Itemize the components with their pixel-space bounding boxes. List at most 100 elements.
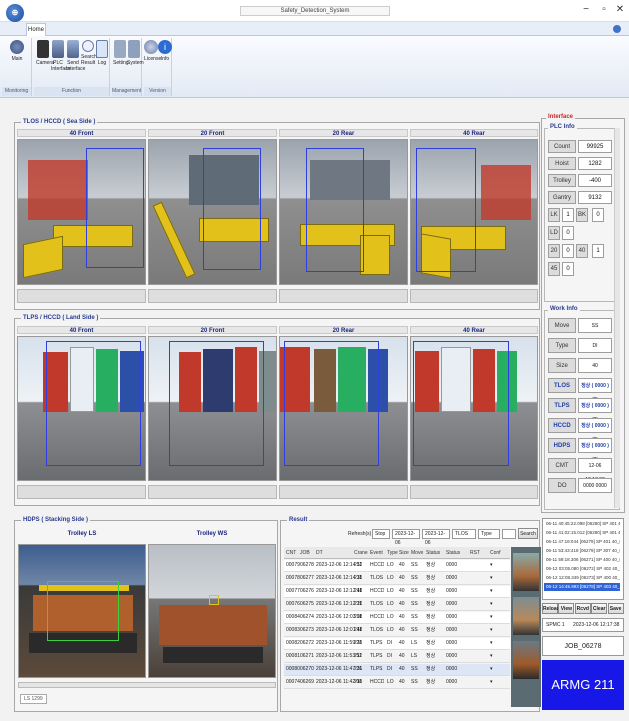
sea-camera-view[interactable] bbox=[17, 139, 146, 285]
table-cell: 06273 bbox=[300, 627, 314, 633]
sea-camera-view[interactable] bbox=[279, 139, 408, 285]
license-icon bbox=[144, 40, 158, 54]
clear-button[interactable]: Clear bbox=[591, 603, 608, 614]
job-list-item[interactable]: 06-12 03:05.080 [06272] SP 402 40_LO_61 bbox=[544, 565, 620, 573]
job-list-item[interactable]: 06-12 14:45.993 [06278] SP 403 40_LO_61 bbox=[544, 583, 620, 591]
column-header[interactable]: Move bbox=[411, 550, 423, 556]
ribbon-group-monitoring: Main Monitoring bbox=[2, 38, 32, 96]
send-icon bbox=[67, 40, 79, 58]
table-row[interactable]: 00081 06271 2023-12-06 11:53:52 211 TLPS DI 40… bbox=[284, 651, 510, 663]
land-camera-view[interactable] bbox=[279, 336, 408, 481]
column-header[interactable]: DT bbox=[316, 550, 323, 556]
license-button[interactable]: License bbox=[144, 40, 161, 62]
filter-input[interactable] bbox=[502, 529, 516, 539]
column-header[interactable]: Type bbox=[387, 550, 398, 556]
column-header[interactable]: Event bbox=[370, 550, 383, 556]
land-camera-view[interactable] bbox=[17, 336, 146, 481]
table-row[interactable]: 00084 06274 2023-12-06 12:03:08 211 HCCD LO 40… bbox=[284, 612, 510, 624]
table-cell: 06275 bbox=[300, 601, 314, 607]
job-list-item[interactable]: 06-12 12:08.349 [06273] SP 400 40_LO_61 bbox=[544, 574, 620, 582]
table-cell: 00083 bbox=[286, 627, 300, 633]
table-cell: 00077 bbox=[286, 588, 300, 594]
search-button[interactable]: Search bbox=[518, 528, 538, 539]
job-list-item[interactable]: 06-11 53:43:418 [06279] SP 307 40_DI_61 bbox=[544, 547, 620, 555]
plc-interface-button[interactable]: PLC Interface bbox=[51, 40, 70, 72]
table-cell: SS bbox=[411, 588, 418, 594]
table-cell: LO bbox=[387, 679, 394, 685]
column-header[interactable]: Size bbox=[399, 550, 409, 556]
tab-home[interactable]: Home bbox=[26, 23, 46, 36]
send-interface-button[interactable]: Send Interface bbox=[66, 40, 85, 72]
ribbon-group-version: License i Info Version bbox=[144, 38, 172, 96]
reload-button[interactable]: Reload bbox=[542, 603, 560, 614]
setting-button[interactable]: Setting bbox=[113, 40, 129, 66]
sea-camera-view[interactable] bbox=[410, 139, 538, 285]
interface-scrollbar[interactable] bbox=[614, 128, 620, 508]
job-list-item[interactable]: 06-11 41:02:15.012 [06280] SP 401 40_LO_… bbox=[544, 529, 620, 537]
result-thumbnail[interactable] bbox=[513, 553, 539, 591]
plc-label: Hoist bbox=[548, 157, 576, 170]
camera-button[interactable]: Camera bbox=[36, 40, 54, 66]
column-header[interactable]: JOB bbox=[300, 550, 310, 556]
column-header[interactable]: Status bbox=[426, 550, 440, 556]
save-button[interactable]: Save bbox=[607, 603, 624, 614]
table-row[interactable]: 00080 06270 2023-12-06 11:47:26 211 TLPS DI 40… bbox=[284, 664, 510, 676]
result-thumbnail[interactable] bbox=[513, 597, 539, 635]
work-label: TLPS bbox=[548, 398, 576, 413]
type-select[interactable]: Type bbox=[478, 529, 500, 539]
column-header[interactable]: RST bbox=[470, 550, 480, 556]
date-to-input[interactable]: 2023-12-06 bbox=[422, 529, 450, 546]
main-button[interactable]: Main bbox=[10, 40, 24, 62]
system-button[interactable]: System bbox=[127, 40, 144, 66]
job-list-item[interactable]: 06-11 40:45:22.098 [06280] SP 401 40_LO_… bbox=[544, 520, 620, 528]
table-row[interactable]: 00079 06278 2023-12-06 12:14:52 211 HCCD LO 40… bbox=[284, 560, 510, 572]
land-cam-header: 20 Rear bbox=[279, 326, 408, 334]
job-list-item[interactable]: 06-11 47:18:044 [06279] SP 401 40_LO_61 bbox=[544, 538, 620, 546]
minimize-icon[interactable]: − bbox=[578, 3, 594, 17]
log-button[interactable]: Log bbox=[95, 40, 109, 66]
column-header[interactable]: Conf bbox=[490, 550, 501, 556]
table-cell: 40 bbox=[399, 679, 405, 685]
table-cell: TLOS bbox=[370, 627, 384, 633]
view-button[interactable]: View bbox=[558, 603, 575, 614]
table-cell: 00084 bbox=[286, 614, 300, 620]
hdps-camera-view[interactable] bbox=[18, 544, 146, 678]
column-header[interactable]: Status bbox=[446, 550, 460, 556]
work-label: Type bbox=[548, 338, 576, 353]
table-row[interactable]: 00083 06273 2023-12-06 12:01:48 211 TLOS LO 40… bbox=[284, 625, 510, 637]
table-row[interactable]: 00076 06275 2023-12-06 12:12:20 211 TLOS LO 40… bbox=[284, 599, 510, 611]
plc-flag-label: 40 bbox=[576, 244, 588, 258]
info-button[interactable]: i Info bbox=[158, 40, 172, 62]
table-row[interactable]: 00077 06276 2023-12-06 12:12:48 211 HCCD LO 40… bbox=[284, 586, 510, 598]
system-select[interactable]: TLOS bbox=[452, 529, 476, 539]
help-icon[interactable] bbox=[613, 25, 621, 33]
rcvd-button[interactable]: Rcvd bbox=[574, 603, 591, 614]
table-cell: 06276 bbox=[300, 588, 314, 594]
table-row[interactable]: 00078 06277 2023-12-06 12:14:35 211 TLOS LO 40… bbox=[284, 573, 510, 585]
search-result-button[interactable]: Search Result bbox=[81, 40, 97, 66]
table-cell: ▾ bbox=[490, 679, 493, 685]
plc-icon bbox=[52, 40, 64, 58]
table-cell: 정상 bbox=[426, 627, 436, 633]
sea-camera-view[interactable] bbox=[148, 139, 277, 285]
result-thumbnail[interactable] bbox=[513, 641, 539, 679]
maximize-icon[interactable]: ▫ bbox=[596, 3, 612, 17]
table-row[interactable]: 00082 06272 2023-12-06 11:59:28 211 TLPS DI 40… bbox=[284, 638, 510, 650]
table-cell: TLOS bbox=[370, 575, 384, 581]
plc-label: Trolley bbox=[548, 174, 576, 187]
hdps-camera-view[interactable] bbox=[148, 544, 276, 678]
refresh-select[interactable]: Stop bbox=[372, 529, 390, 539]
plc-flag-value: 1 bbox=[592, 244, 604, 258]
job-id: JOB_06278 bbox=[542, 636, 624, 656]
land-camera-view[interactable] bbox=[148, 336, 277, 481]
column-header[interactable]: Crane bbox=[354, 550, 368, 556]
table-cell: ▾ bbox=[490, 562, 493, 568]
job-list-item[interactable]: 06-11 59:18.306 [06271] SP 400 40_DI_61 bbox=[544, 556, 620, 564]
table-row[interactable]: 00074 06269 2023-12-06 11:42:08 211 HCCD LO 40… bbox=[284, 677, 510, 689]
date-from-input[interactable]: 2023-12-06 bbox=[392, 529, 420, 546]
land-camera-view[interactable] bbox=[410, 336, 538, 481]
table-cell: 40 bbox=[399, 562, 405, 568]
close-icon[interactable]: ✕ bbox=[612, 3, 628, 17]
hdps-scrollbar[interactable] bbox=[18, 682, 276, 688]
column-header[interactable]: CNT bbox=[286, 550, 296, 556]
